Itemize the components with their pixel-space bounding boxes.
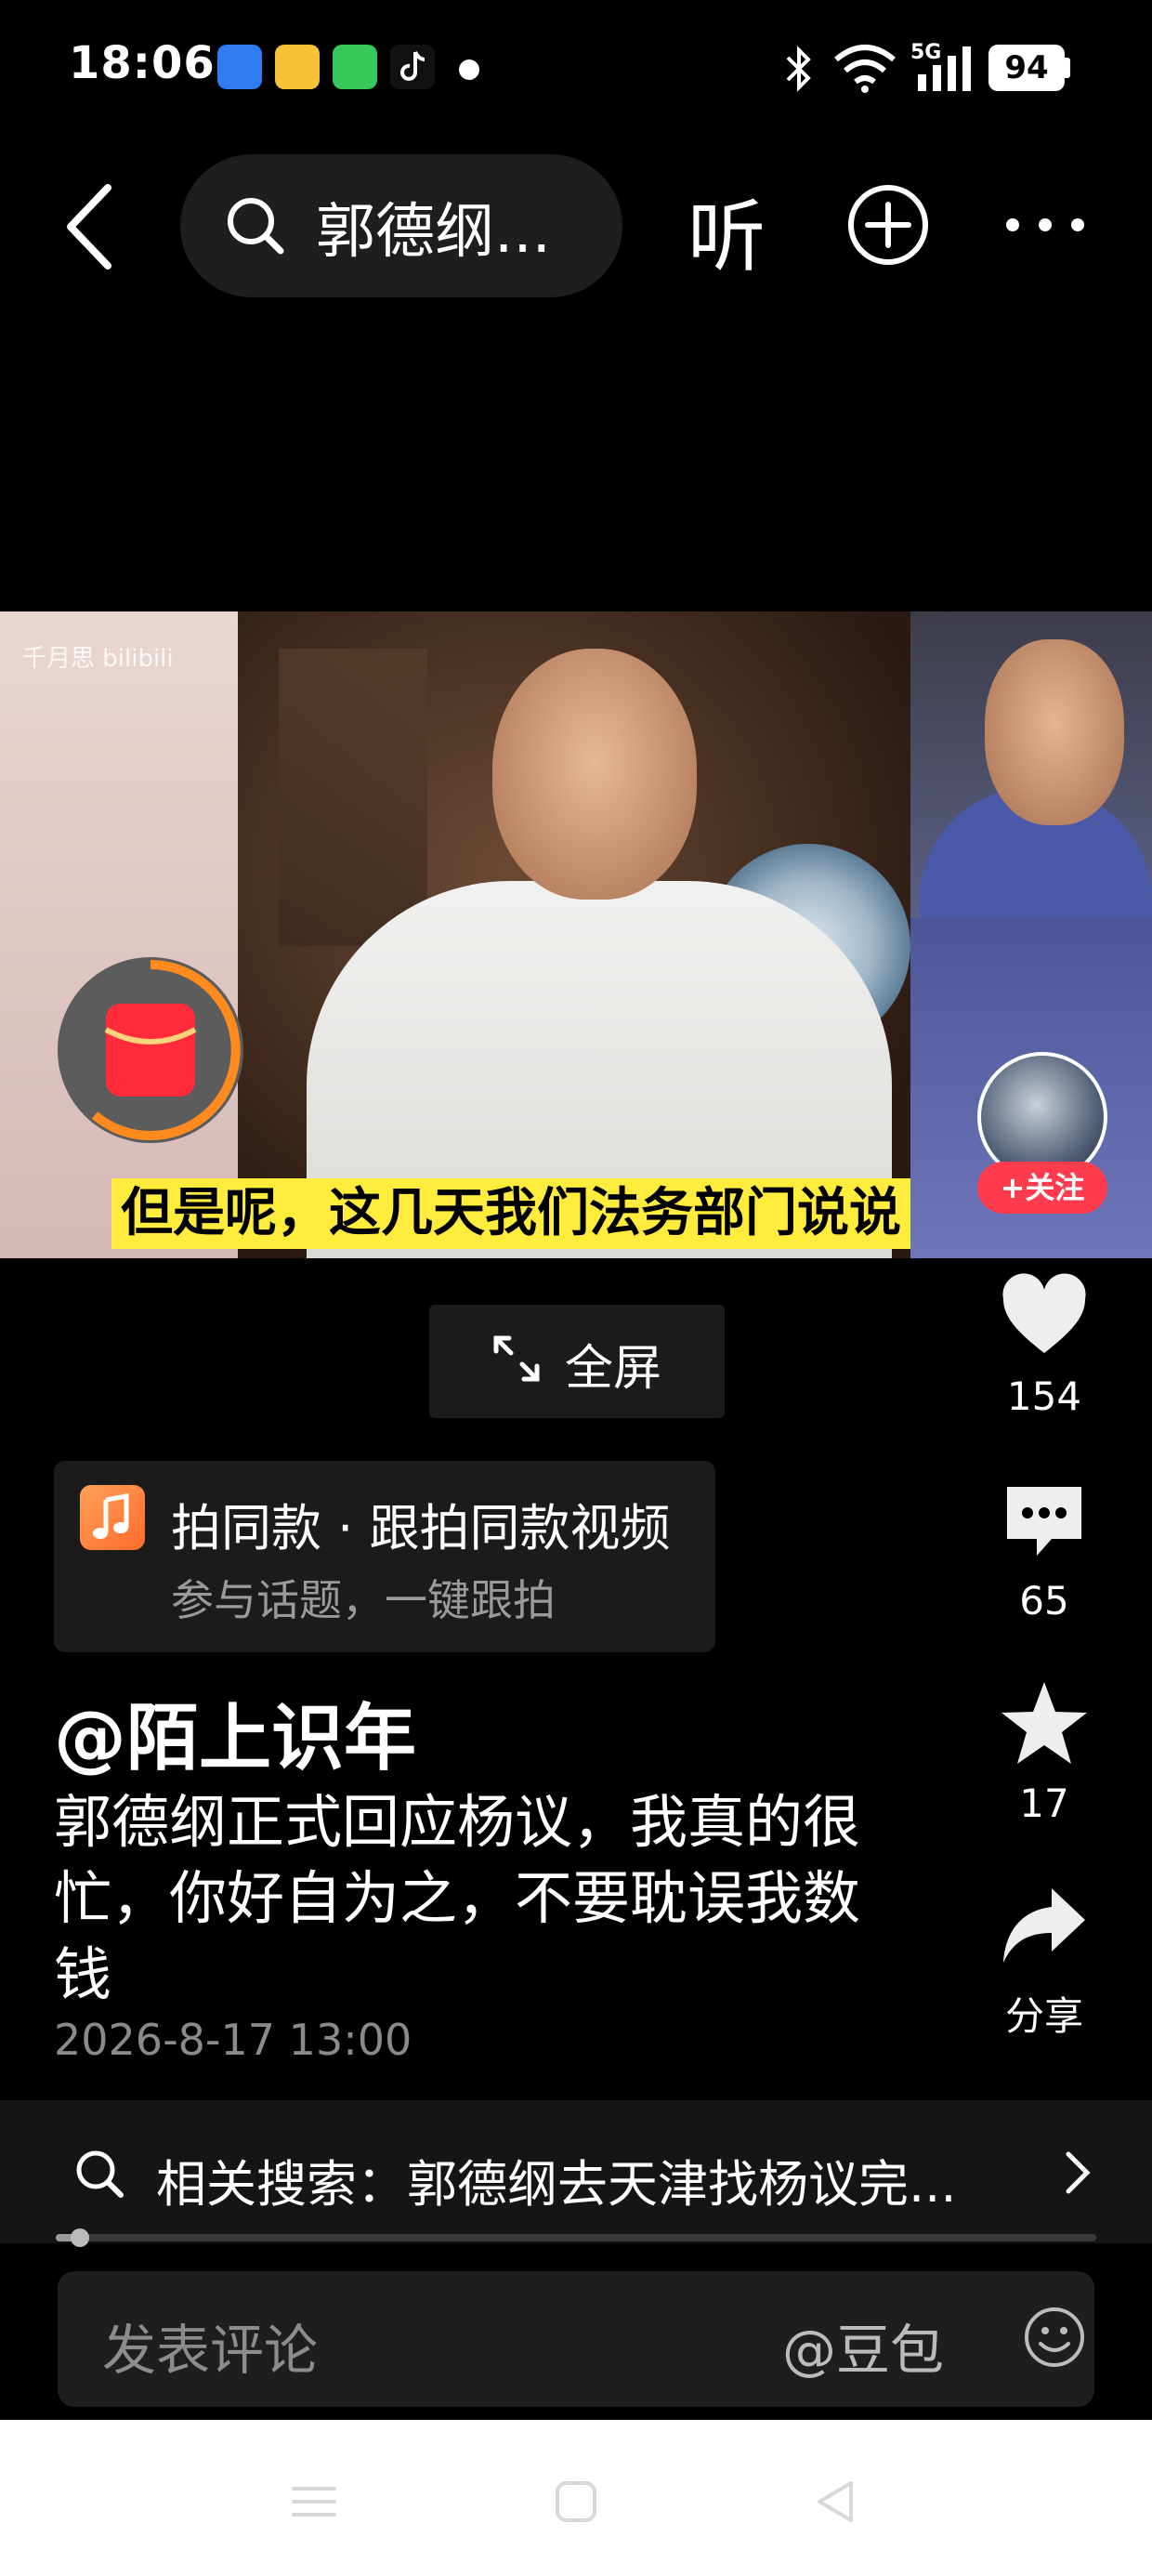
author-name[interactable]: @陌上识年	[54, 1680, 416, 1784]
bluetooth-icon	[786, 46, 811, 92]
fullscreen-label: 全屏	[565, 1341, 662, 1397]
video-left-panel	[0, 611, 238, 1258]
video-person2-face	[985, 639, 1124, 825]
video-person-head	[492, 649, 697, 900]
post-timestamp: 2026-8-17 13:00	[54, 2015, 412, 2065]
related-search-text: 相关搜索：郭德纲去天津找杨议完...	[156, 2155, 957, 2214]
like-count: 154	[1006, 1373, 1082, 1419]
emoji-icon[interactable]	[1022, 2305, 1087, 2370]
music-note-icon	[80, 1485, 145, 1550]
shoot-same-subtitle: 参与话题，一键跟拍	[171, 1575, 556, 1625]
share-icon[interactable]	[1000, 1881, 1089, 1970]
app-icon-cloud	[217, 45, 262, 89]
search-icon	[76, 2150, 124, 2198]
listen-button[interactable]: 听	[687, 175, 766, 287]
comment-placeholder: 发表评论	[102, 2319, 319, 2382]
post-description: 郭德纲正式回应杨议，我真的很忙，你好自为之，不要耽误我数钱	[54, 1788, 861, 2008]
tiktok-icon	[390, 45, 435, 89]
like-icon[interactable]	[1000, 1271, 1089, 1360]
red-packet-icon	[91, 960, 241, 1140]
add-circle-icon[interactable]	[845, 182, 931, 268]
battery-nub	[1065, 58, 1070, 78]
search-icon	[228, 198, 284, 255]
video-subtitle: 但是呢，这几天我们法务部门说说	[111, 1178, 910, 1249]
favorite-count: 17	[1019, 1781, 1069, 1826]
messages-icon	[333, 45, 377, 89]
follow-button[interactable]: +关注	[977, 1162, 1107, 1214]
app-icon-game	[275, 45, 320, 89]
home-icon[interactable]	[550, 2476, 602, 2528]
battery-indicator: 94	[988, 45, 1065, 91]
video-progress-handle[interactable]	[71, 2228, 89, 2247]
menu-icon[interactable]	[288, 2476, 340, 2528]
notification-dot	[459, 59, 479, 80]
video-shelf	[279, 649, 427, 946]
status-time: 18:06	[69, 37, 216, 89]
video-watermark: 千月思 bilibili	[22, 645, 174, 673]
chevron-right-icon	[1066, 2151, 1091, 2194]
search-query: 郭德纲...	[316, 198, 552, 267]
signal-icon	[918, 46, 971, 91]
comment-icon[interactable]	[1000, 1478, 1089, 1567]
more-icon[interactable]	[1003, 216, 1087, 234]
star-icon[interactable]	[1000, 1678, 1089, 1768]
mention-doubao-button[interactable]: @豆包	[782, 2307, 944, 2385]
shoot-same-title: 拍同款 · 跟拍同款视频	[171, 1499, 671, 1557]
comment-count: 65	[1019, 1578, 1069, 1623]
back-nav-icon[interactable]	[810, 2476, 862, 2528]
back-icon[interactable]	[61, 182, 117, 271]
share-label[interactable]: 分享	[970, 1985, 1119, 2042]
video-progress-track[interactable]	[56, 2234, 1096, 2241]
wifi-icon	[834, 45, 896, 93]
video-player[interactable]: 千月思 bilibili 但是呢，这几天我们法务部门说说	[0, 611, 1152, 1258]
expand-icon	[493, 1335, 540, 1382]
